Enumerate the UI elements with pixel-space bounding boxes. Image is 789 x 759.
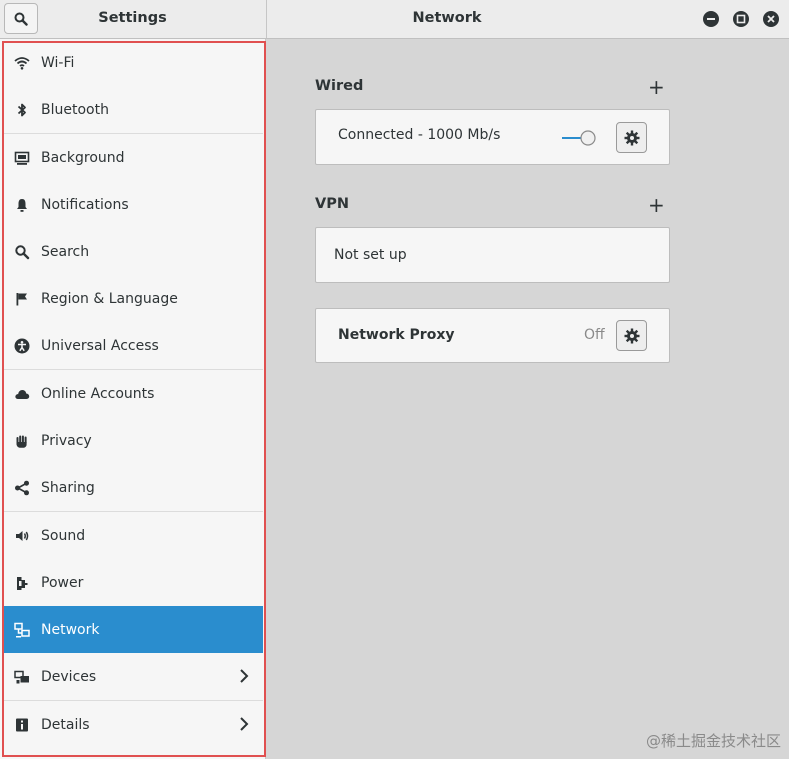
sidebar-item-label: Universal Access — [41, 337, 159, 354]
gear-icon — [624, 328, 639, 343]
sidebar-item-search[interactable]: Search — [4, 228, 263, 275]
bell-icon — [14, 197, 30, 213]
sidebar-item-universal-access[interactable]: Universal Access — [4, 322, 263, 369]
sidebar-item-privacy[interactable]: Privacy — [4, 417, 263, 464]
sidebar-item-label: Network — [41, 621, 100, 638]
sidebar-item-label: Wi-Fi — [41, 54, 75, 71]
sidebar-item-network[interactable]: Network — [4, 606, 263, 653]
sidebar-item-devices[interactable]: Devices — [4, 653, 263, 700]
power-plug-icon — [14, 575, 30, 591]
main-panel: Wired + Connected - 1000 Mb/s VPN + Not … — [267, 39, 789, 759]
gear-icon — [624, 130, 639, 145]
sidebar-item-label: Search — [41, 243, 90, 260]
minimize-icon — [707, 18, 715, 20]
sidebar-item-region-language[interactable]: Region & Language — [4, 275, 263, 322]
wired-toggle[interactable] — [561, 129, 597, 147]
sidebar-item-label: Region & Language — [41, 290, 178, 307]
settings-title: Settings — [98, 10, 167, 26]
header-bar: Settings Network — [0, 0, 789, 39]
sidebar-item-label: Notifications — [41, 196, 129, 213]
share-icon — [14, 480, 30, 496]
page-title: Network — [412, 10, 482, 26]
chevron-right-icon — [240, 669, 249, 683]
add-wired-button[interactable]: + — [648, 77, 665, 97]
sidebar-item-label: Sharing — [41, 479, 95, 496]
sidebar-item-label: Devices — [41, 668, 97, 685]
sidebar-item-label: Sound — [41, 527, 86, 544]
close-icon — [767, 15, 775, 23]
wired-connection-card: Connected - 1000 Mb/s — [315, 109, 670, 165]
speaker-icon — [14, 528, 30, 544]
sidebar-item-label: Online Accounts — [41, 385, 155, 402]
search-icon — [14, 244, 30, 260]
watermark: @稀土掘金技术社区 — [645, 732, 781, 750]
network-proxy-label: Network Proxy — [338, 327, 455, 343]
wired-settings-button[interactable] — [616, 122, 647, 153]
proxy-settings-button[interactable] — [616, 320, 647, 351]
sidebar-item-label: Details — [41, 716, 90, 733]
vpn-section-title: VPN — [315, 196, 349, 212]
wired-section-title: Wired — [315, 78, 364, 94]
background-icon — [14, 150, 30, 166]
vpn-card: Not set up — [315, 227, 670, 283]
cloud-icon — [14, 386, 30, 402]
network-icon — [14, 622, 30, 638]
sidebar-item-notifications[interactable]: Notifications — [4, 181, 263, 228]
sidebar-item-label: Privacy — [41, 432, 92, 449]
sidebar-item-details[interactable]: Details — [4, 701, 263, 748]
network-proxy-card[interactable]: Network Proxy Off — [315, 308, 670, 363]
sidebar-item-sharing[interactable]: Sharing — [4, 464, 263, 511]
sidebar-item-label: Background — [41, 149, 125, 166]
wifi-icon — [14, 55, 30, 71]
sidebar-item-wifi[interactable]: Wi-Fi — [4, 39, 263, 86]
network-proxy-value: Off — [584, 327, 605, 343]
hand-icon — [14, 433, 30, 449]
sidebar-item-sound[interactable]: Sound — [4, 512, 263, 559]
devices-icon — [14, 669, 30, 685]
chevron-right-icon — [240, 717, 249, 731]
minimize-button[interactable] — [703, 11, 719, 27]
flag-icon — [14, 291, 30, 307]
sidebar-item-online-accounts[interactable]: Online Accounts — [4, 370, 263, 417]
sidebar-item-bluetooth[interactable]: Bluetooth — [4, 86, 263, 133]
bluetooth-icon — [14, 102, 30, 118]
maximize-button[interactable] — [733, 11, 749, 27]
sidebar-item-power[interactable]: Power — [4, 559, 263, 606]
vpn-status: Not set up — [334, 247, 407, 263]
accessibility-icon — [14, 338, 30, 354]
search-button[interactable] — [4, 3, 38, 34]
wired-status: Connected - 1000 Mb/s — [338, 127, 501, 143]
info-icon — [14, 717, 30, 733]
close-button[interactable] — [763, 11, 779, 27]
sidebar-item-background[interactable]: Background — [4, 134, 263, 181]
sidebar-item-label: Power — [41, 574, 84, 591]
search-icon — [14, 12, 28, 26]
add-vpn-button[interactable]: + — [648, 195, 665, 215]
maximize-icon — [736, 14, 746, 24]
sidebar-item-label: Bluetooth — [41, 101, 109, 118]
